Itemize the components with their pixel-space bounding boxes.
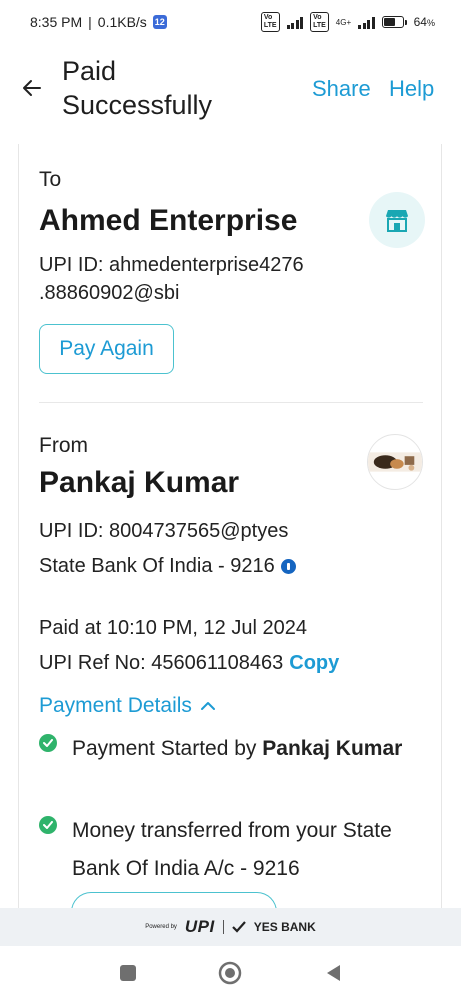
signal-icon-2 — [358, 16, 375, 29]
copy-button[interactable]: Copy — [289, 652, 339, 674]
recipient-name: Ahmed Enterprise — [39, 204, 298, 237]
payment-details-toggle[interactable]: Payment Details — [39, 694, 216, 718]
battery-level: 64 — [413, 15, 427, 29]
chevron-up-icon — [200, 702, 215, 710]
ref-row: UPI Ref No: 456061108463 Copy — [39, 650, 339, 676]
step-1-name: Pankaj Kumar — [262, 737, 403, 760]
page-title: Paid Successfully — [62, 56, 213, 120]
status-left: 8:35 PM | 0.1KB/s 12 — [30, 14, 167, 30]
recipient-avatar — [369, 192, 425, 248]
help-link[interactable]: Help — [389, 76, 434, 102]
powered-by-bar: Powered by UPI YES BANK — [0, 908, 461, 946]
payment-step: Payment Started by Pankaj Kumar — [39, 730, 409, 810]
info-icon[interactable] — [280, 559, 296, 574]
signal-icon — [286, 16, 304, 29]
home-icon[interactable] — [218, 961, 242, 985]
sender-name: Pankaj Kumar — [39, 466, 240, 499]
check-circle-icon — [39, 734, 57, 752]
status-speed: 0.1KB/s — [97, 14, 147, 30]
powered-by-label: Powered by — [145, 923, 177, 930]
arrow-left-icon[interactable] — [20, 76, 44, 100]
recent-apps-icon[interactable] — [120, 965, 136, 981]
upi-logo: UPI — [184, 917, 215, 936]
profile-photo-icon — [368, 452, 422, 472]
battery-percent: 64% — [414, 15, 435, 29]
volte-icon-2: Vo LTE — [310, 12, 329, 32]
pay-again-button[interactable]: Pay Again — [39, 324, 174, 374]
notification-badge: 12 — [152, 15, 167, 29]
network-type: 4G+ — [335, 17, 352, 27]
status-bar: 8:35 PM | 0.1KB/s 12 Vo LTE Vo LTE 4G+ 64% — [0, 0, 461, 44]
sender-upi: UPI ID: 8004737565@ptyes — [39, 520, 289, 542]
section-divider — [39, 402, 423, 403]
battery-suffix: % — [426, 18, 435, 28]
status-separator: | — [88, 14, 92, 30]
to-label: To — [39, 168, 62, 191]
system-nav-bar — [0, 946, 461, 1000]
share-link[interactable]: Share — [312, 76, 371, 102]
from-label: From — [39, 434, 88, 457]
paid-at: Paid at 10:10 PM, 12 Jul 2024 — [39, 617, 307, 639]
checkmark-icon — [231, 921, 246, 933]
battery-icon — [381, 16, 407, 28]
recipient-upi-line2: .88860902@sbi — [39, 282, 180, 304]
store-icon — [385, 210, 409, 232]
recipient-upi-line1: UPI ID: ahmedenterprise4276 — [39, 254, 304, 276]
upi-ref-number: UPI Ref No: 456061108463 — [39, 652, 284, 674]
status-time: 8:35 PM — [30, 14, 83, 30]
payment-step-text: Payment Started by Pankaj Kumar — [72, 730, 412, 768]
back-triangle-icon[interactable] — [323, 962, 343, 984]
bank-logo: YES BANK — [253, 920, 316, 934]
sender-avatar — [367, 434, 423, 490]
status-right: Vo LTE Vo LTE 4G+ 64% — [260, 12, 435, 32]
app-header: Paid Successfully Share Help — [0, 52, 461, 128]
volte-icon: Vo LTE — [260, 12, 280, 32]
payment-details-label: Payment Details — [39, 694, 192, 717]
payment-step: Money transferred from your State Bank O… — [39, 812, 409, 892]
check-circle-icon — [39, 816, 57, 834]
sender-bank: State Bank Of India - 9216 — [39, 555, 275, 577]
step-1-text: Payment Started by — [72, 737, 263, 760]
footer-separator — [222, 920, 224, 934]
transaction-card: To Ahmed Enterprise UPI ID: ahmedenterpr… — [18, 144, 442, 932]
sender-bank-row: State Bank Of India - 9216 — [39, 553, 296, 579]
payment-step-text: Money transferred from your State Bank O… — [72, 819, 392, 880]
